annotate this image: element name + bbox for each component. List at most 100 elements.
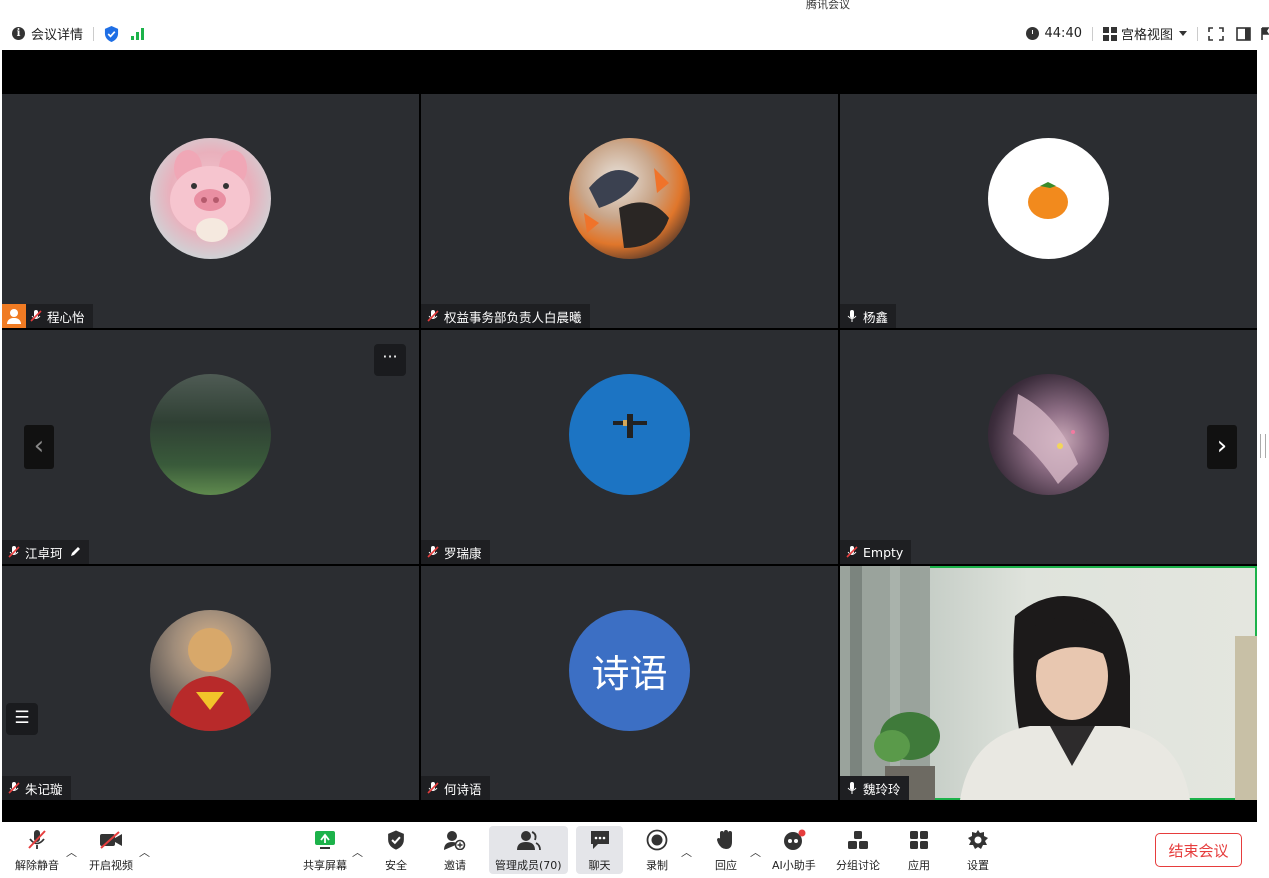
network-signal-icon[interactable] [131, 27, 145, 40]
shield-icon[interactable] [104, 25, 119, 42]
meeting-details-button[interactable]: i 会议详情 [12, 24, 83, 43]
participant-name: 朱记璇 [25, 781, 63, 797]
camera-off-icon [100, 831, 122, 849]
avatar [150, 374, 271, 495]
mic-muted-icon [427, 782, 439, 794]
participant-name: 杨鑫 [863, 309, 889, 325]
participant-nameplate: 程心怡 [2, 304, 93, 328]
participant-nameplate: 罗瑞康 [421, 540, 490, 564]
participant-nameplate: 权益事务部负责人白晨曦 [421, 304, 590, 328]
resize-handle[interactable] [1260, 434, 1266, 458]
participant-tile[interactable]: 诗语 何诗语 [421, 566, 838, 800]
avatar [569, 138, 690, 259]
audio-options-caret-icon[interactable]: ︿ [66, 844, 77, 860]
info-icon: i [12, 27, 25, 40]
add-person-icon [444, 831, 466, 850]
apps-button[interactable]: 应用 [908, 828, 930, 873]
participant-tile[interactable]: 罗瑞康 [421, 330, 838, 564]
participant-nameplate: 魏玲玲 [840, 776, 909, 800]
video-options-caret-icon[interactable]: ︿ [139, 844, 150, 860]
participant-video-tile[interactable]: 魏玲玲 [840, 566, 1257, 800]
participant-tile[interactable]: › Empty [840, 330, 1257, 564]
list-menu-button[interactable]: ☰ [6, 703, 38, 735]
previous-page-button[interactable]: ‹ [24, 425, 54, 469]
avatar [569, 374, 690, 495]
end-meeting-button[interactable]: 结束会议 [1155, 833, 1242, 867]
meeting-top-bar: i 会议详情 44:40 宫格视图 [0, 16, 1269, 50]
ai-assistant-button[interactable]: AI小助手 [772, 828, 816, 873]
settings-label: 设置 [967, 859, 989, 872]
next-page-button[interactable]: › [1207, 425, 1237, 469]
end-meeting-label: 结束会议 [1168, 841, 1229, 860]
participant-nameplate: 杨鑫 [840, 304, 897, 328]
settings-button[interactable]: 设置 [967, 828, 989, 873]
record-options-caret-icon[interactable]: ︿ [681, 844, 692, 860]
participant-nameplate: Empty [840, 540, 912, 564]
share-options-caret-icon[interactable]: ︿ [352, 844, 363, 860]
mic-muted-icon [30, 310, 42, 322]
participant-name: 魏玲玲 [863, 781, 901, 797]
mic-muted-icon [8, 782, 20, 794]
reactions-options-caret-icon[interactable]: ︿ [750, 844, 761, 860]
breakout-icon [848, 831, 868, 849]
breakout-rooms-button[interactable]: 分组讨论 [836, 828, 880, 873]
reactions-label: 回应 [715, 859, 737, 872]
video-grid: 程心怡 权益事务部负责人白晨曦 杨鑫 ··· ‹ 江卓珂 罗瑞康 › Empty… [2, 50, 1257, 822]
breakout-rooms-label: 分组讨论 [836, 859, 880, 872]
flag-icon[interactable] [1261, 26, 1269, 41]
start-video-button[interactable]: 开启视频 [89, 828, 133, 873]
view-mode-dropdown[interactable]: 宫格视图 [1102, 24, 1187, 43]
grid-view-icon [1102, 26, 1117, 41]
participant-tile[interactable]: 程心怡 [2, 94, 419, 328]
start-video-label: 开启视频 [89, 859, 133, 872]
clock-icon [1025, 27, 1039, 40]
share-screen-label: 共享屏幕 [303, 859, 347, 872]
window-title: 腾讯会议 [806, 0, 850, 11]
security-label: 安全 [385, 859, 407, 872]
participant-nameplate: 朱记璇 [2, 776, 71, 800]
avatar [988, 374, 1109, 495]
security-button[interactable]: 安全 [385, 828, 407, 873]
caret-down-icon [1179, 31, 1187, 36]
window-title-bar: 腾讯会议 [0, 0, 1269, 16]
avatar-text: 诗语 [591, 652, 668, 696]
ai-assistant-label: AI小助手 [772, 859, 816, 872]
more-options-button[interactable]: ··· [374, 344, 406, 376]
meeting-toolbar: 解除静音 ︿ 开启视频 ︿ 共享屏幕 ︿ 安全 邀请 管理成员(70) 聊天 录… [0, 822, 1269, 878]
unmute-label: 解除静音 [15, 859, 59, 872]
share-screen-icon [315, 831, 335, 849]
participant-tile[interactable]: 杨鑫 [840, 94, 1257, 328]
manage-members-label: 管理成员(70) [495, 859, 562, 872]
manage-members-button[interactable]: 管理成员(70) [489, 826, 568, 874]
participant-name: 权益事务部负责人白晨曦 [444, 309, 582, 325]
unmute-button[interactable]: 解除静音 [15, 828, 59, 873]
fullscreen-icon[interactable] [1208, 26, 1224, 41]
divider [93, 26, 95, 41]
participant-nameplate: 何诗语 [421, 776, 490, 800]
reactions-button[interactable]: 回应 [715, 828, 737, 873]
mic-muted-icon [28, 830, 46, 849]
participant-name: 程心怡 [47, 309, 85, 325]
record-button[interactable]: 录制 [646, 828, 668, 873]
ai-assistant-icon [783, 829, 806, 850]
participant-name: 何诗语 [444, 781, 482, 797]
participant-tile[interactable]: ··· ‹ 江卓珂 [2, 330, 419, 564]
avatar: 诗语 [569, 610, 690, 731]
avatar [150, 138, 271, 259]
invite-button[interactable]: 邀请 [444, 828, 466, 873]
apps-label: 应用 [908, 859, 930, 872]
participant-name: 罗瑞康 [444, 545, 482, 561]
divider [1091, 26, 1093, 41]
participant-nameplate: 江卓珂 [2, 540, 89, 564]
participant-video [840, 566, 1257, 800]
share-screen-button[interactable]: 共享屏幕 [303, 828, 347, 873]
participant-tile[interactable]: 权益事务部负责人白晨曦 [421, 94, 838, 328]
participant-tile[interactable]: ☰ 朱记璇 [2, 566, 419, 800]
host-badge-icon [2, 304, 26, 328]
raise-hand-icon [717, 830, 732, 849]
mic-muted-icon [8, 546, 20, 558]
view-mode-label: 宫格视图 [1120, 28, 1173, 43]
chat-button[interactable]: 聊天 [576, 826, 623, 874]
sidebar-toggle-icon[interactable] [1236, 26, 1251, 41]
avatar [988, 138, 1109, 259]
